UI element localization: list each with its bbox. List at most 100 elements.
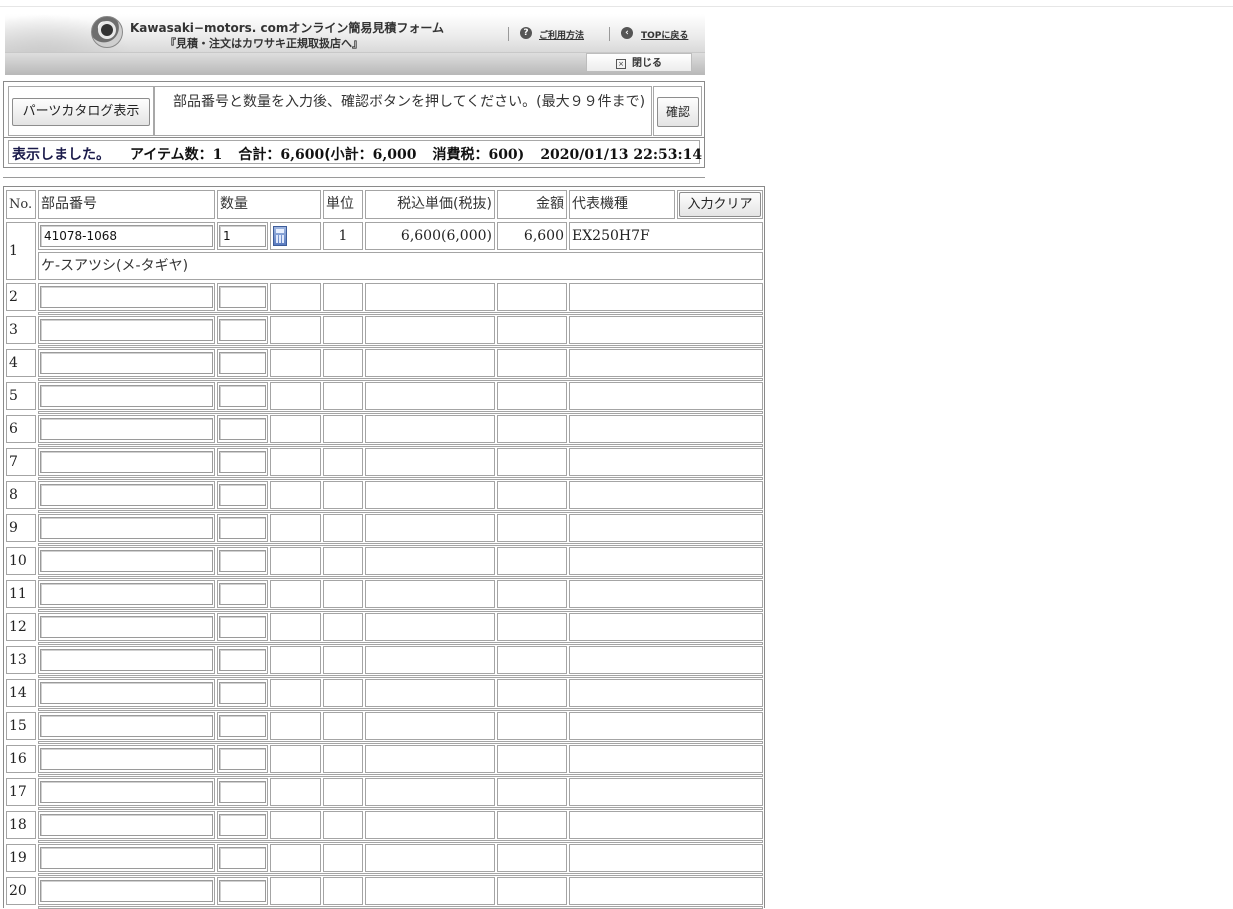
close-icon: × — [616, 59, 626, 69]
quantity-input[interactable] — [219, 517, 266, 539]
status-message: 表示しました。 — [12, 147, 110, 163]
part-number-input[interactable] — [40, 682, 213, 704]
quantity-input[interactable] — [219, 484, 266, 506]
quantity-input[interactable] — [219, 649, 266, 671]
quantity-input[interactable] — [219, 715, 266, 737]
quantity-cell — [217, 448, 268, 476]
quantity-input[interactable] — [219, 682, 266, 704]
quantity-cell — [217, 811, 268, 839]
clear-input-button[interactable]: 入力クリア — [679, 192, 761, 217]
row-divider — [38, 576, 763, 579]
part-number-input[interactable] — [40, 451, 213, 473]
calculator-icon[interactable] — [273, 226, 287, 246]
part-number-input[interactable] — [40, 352, 213, 374]
quantity-input[interactable] — [219, 616, 266, 638]
parts-catalog-button[interactable]: パーツカタログ表示 — [12, 98, 150, 126]
row-number: 7 — [6, 448, 36, 476]
status-line: 表示しました。 アイテム数：1 合計：6,600(小計：6,000 消費税：600) 2… — [12, 144, 702, 164]
part-number-input[interactable] — [40, 781, 213, 803]
calculator-cell — [270, 514, 321, 542]
back-arrow-icon[interactable]: ‹ — [621, 27, 633, 39]
row-divider — [38, 609, 763, 612]
quantity-input[interactable] — [219, 781, 266, 803]
part-number-input[interactable] — [40, 286, 213, 308]
amount-cell — [497, 415, 567, 443]
part-number-input[interactable] — [40, 847, 213, 869]
unit-price-cell — [365, 844, 495, 872]
unit-price-cell — [365, 613, 495, 641]
amount-cell — [497, 745, 567, 773]
confirm-button[interactable]: 確認 — [657, 97, 699, 127]
quantity-input[interactable] — [219, 583, 266, 605]
row-number: 2 — [6, 283, 36, 311]
part-number-input[interactable]: 41078-1068 — [40, 225, 213, 247]
part-number-input[interactable] — [40, 517, 213, 539]
row-divider — [38, 807, 763, 810]
part-number-input[interactable] — [40, 319, 213, 341]
quantity-input[interactable] — [219, 880, 266, 902]
quantity-input[interactable] — [219, 319, 266, 341]
quantity-input[interactable] — [219, 385, 266, 407]
part-number-input[interactable] — [40, 649, 213, 671]
calculator-cell — [270, 448, 321, 476]
calculator-cell — [270, 646, 321, 674]
amount-cell — [497, 448, 567, 476]
quantity-input[interactable] — [219, 550, 266, 572]
part-number-input[interactable] — [40, 550, 213, 572]
amount-cell — [497, 877, 567, 905]
part-number-input[interactable] — [40, 715, 213, 737]
quantity-input[interactable] — [219, 286, 266, 308]
quantity-cell — [217, 712, 268, 740]
calculator-cell — [270, 547, 321, 575]
quantity-input[interactable] — [219, 451, 266, 473]
calculator-cell — [270, 712, 321, 740]
quantity-input[interactable]: 1 — [219, 225, 266, 247]
subtotal-label: (小計： — [324, 147, 373, 163]
part-number-input[interactable] — [40, 583, 213, 605]
unit-cell — [323, 778, 363, 806]
quantity-cell — [217, 877, 268, 905]
header-clear-cell: 入力クリア — [677, 190, 763, 219]
help-link[interactable]: ご利用方法 — [539, 28, 584, 41]
part-number-input[interactable] — [40, 484, 213, 506]
top-link[interactable]: TOPに戻る — [641, 28, 688, 41]
parts-table: No. 部品番号 数量 単位 税込単価(税抜) 金額 代表機種 入力クリア 1 … — [3, 186, 765, 909]
quantity-input[interactable] — [219, 418, 266, 440]
help-icon[interactable]: ? — [520, 27, 532, 39]
instruction-text: 部品番号と数量を入力後、確認ボタンを押してください。(最大９９件まで) — [173, 94, 646, 110]
part-number-cell — [38, 778, 215, 806]
amount-cell — [497, 844, 567, 872]
row-divider — [38, 510, 763, 513]
quantity-input[interactable] — [219, 814, 266, 836]
nav-separator — [609, 27, 610, 41]
part-number-input[interactable] — [40, 748, 213, 770]
unit-cell — [323, 613, 363, 641]
part-number-input[interactable] — [40, 814, 213, 836]
quantity-input[interactable] — [219, 847, 266, 869]
quantity-input[interactable] — [219, 748, 266, 770]
part-number-input[interactable] — [40, 385, 213, 407]
part-description: ケ-スアツシ(メ-タギヤ) — [38, 252, 763, 280]
row-divider — [38, 642, 763, 645]
model-cell — [569, 613, 763, 641]
part-number-input[interactable] — [40, 418, 213, 440]
amount-cell — [497, 316, 567, 344]
quantity-input[interactable] — [219, 352, 266, 374]
quantity-cell — [217, 844, 268, 872]
model-cell — [569, 349, 763, 377]
part-number-cell — [38, 382, 215, 410]
subtotal-value: 6,000 — [372, 147, 417, 163]
close-button[interactable]: × 閉じる — [586, 53, 692, 72]
part-number-cell — [38, 481, 215, 509]
part-number-input[interactable] — [40, 880, 213, 902]
row-number: 14 — [6, 679, 36, 707]
amount-cell — [497, 712, 567, 740]
amount-cell — [497, 349, 567, 377]
part-number-cell — [38, 877, 215, 905]
unit-cell — [323, 877, 363, 905]
calculator-cell — [270, 811, 321, 839]
unit-price-cell — [365, 481, 495, 509]
row-number: 12 — [6, 613, 36, 641]
calculator-cell — [270, 844, 321, 872]
part-number-input[interactable] — [40, 616, 213, 638]
